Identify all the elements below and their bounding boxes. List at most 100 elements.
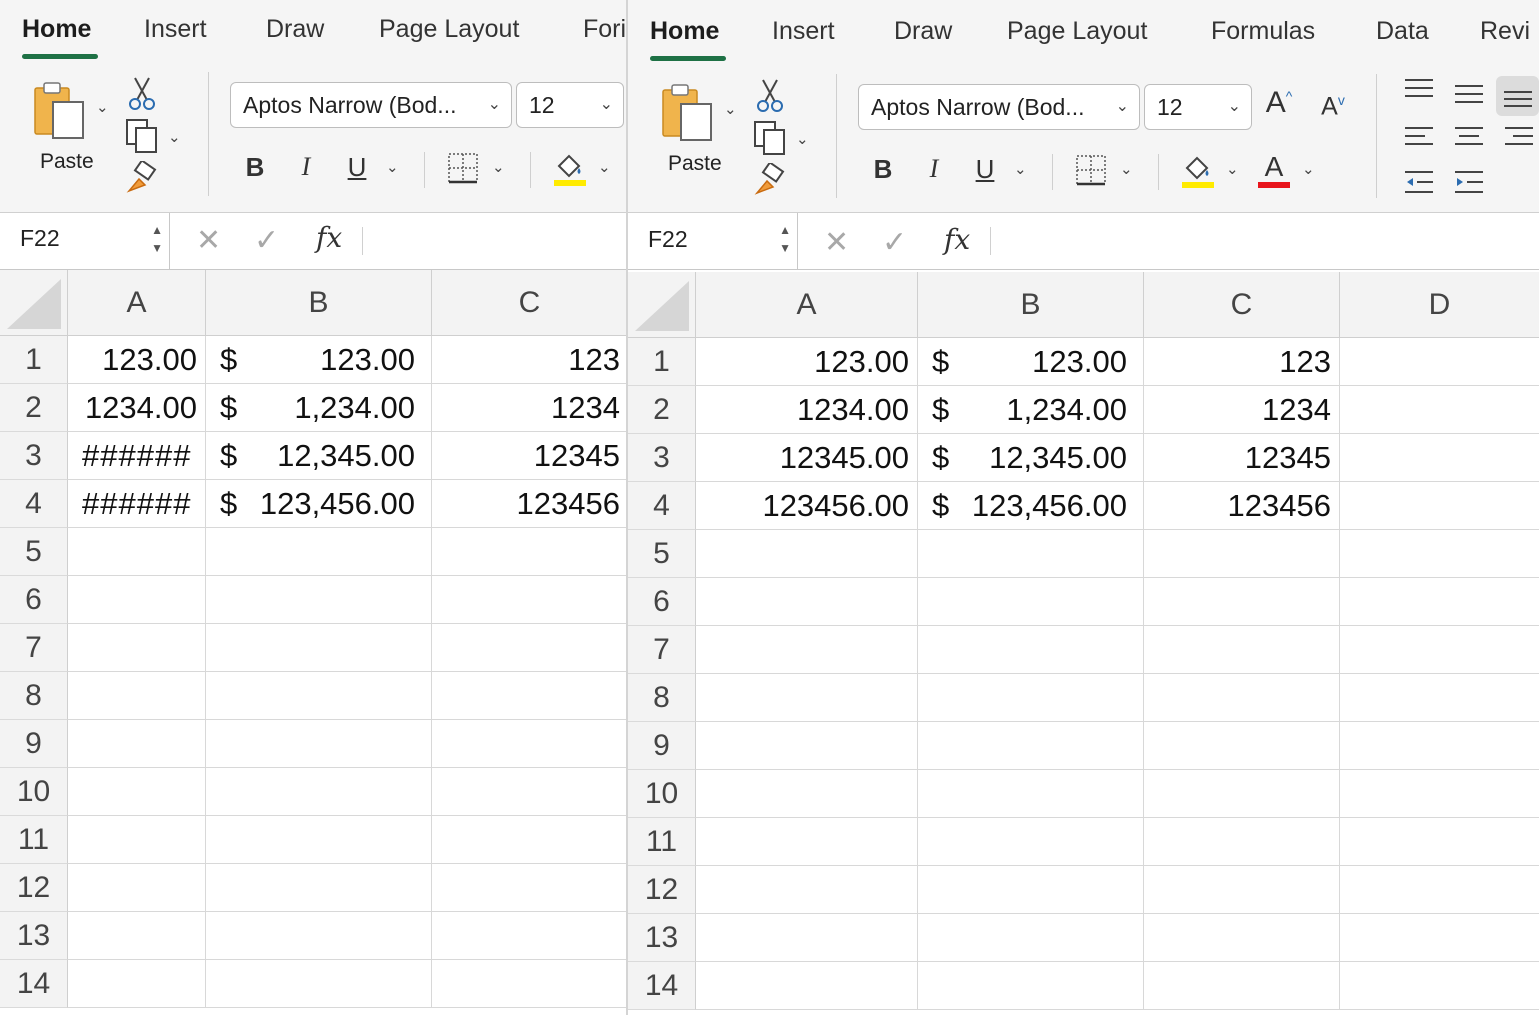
row-header-14[interactable]: 14 (0, 960, 68, 1008)
fill-color-dropdown-caret[interactable]: ⌄ (1226, 160, 1239, 178)
cell-d1[interactable] (1340, 338, 1539, 386)
borders-button[interactable] (446, 150, 480, 186)
select-all-button[interactable] (628, 272, 696, 338)
cell-b3[interactable]: $12,345.00 (206, 432, 432, 480)
column-header-a[interactable]: A (68, 270, 206, 336)
cell-b14[interactable] (918, 962, 1144, 1010)
cell-a14[interactable] (696, 962, 918, 1010)
cell-c14[interactable] (432, 960, 628, 1008)
row-header-8[interactable]: 8 (0, 672, 68, 720)
cell-c12[interactable] (1144, 866, 1340, 914)
cell-d4[interactable] (1340, 482, 1539, 530)
cell-c4[interactable]: 123456 (432, 480, 628, 528)
cell-b1[interactable]: $123.00 (918, 338, 1144, 386)
cell-a13[interactable] (68, 912, 206, 960)
cell-d11[interactable] (1340, 818, 1539, 866)
column-header-a[interactable]: A (696, 272, 918, 338)
font-color-dropdown-caret[interactable]: ⌄ (1302, 160, 1315, 178)
row-header-10[interactable]: 10 (628, 770, 696, 818)
font-name-select[interactable]: Aptos Narrow (Bod... ⌄ (230, 82, 512, 128)
borders-dropdown-caret[interactable]: ⌄ (1120, 160, 1133, 178)
row-header-14[interactable]: 14 (628, 962, 696, 1010)
row-header-12[interactable]: 12 (628, 866, 696, 914)
cell-b5[interactable] (918, 530, 1144, 578)
fill-color-button[interactable] (552, 150, 588, 188)
bold-button[interactable]: B (240, 152, 270, 183)
checkmark-icon[interactable]: ✓ (882, 225, 907, 260)
cell-b9[interactable] (918, 722, 1144, 770)
borders-button[interactable] (1074, 152, 1108, 188)
cell-a8[interactable] (68, 672, 206, 720)
bold-button[interactable]: B (868, 154, 898, 185)
cell-d10[interactable] (1340, 770, 1539, 818)
cell-c8[interactable] (432, 672, 628, 720)
cell-a7[interactable] (696, 626, 918, 674)
cell-c6[interactable] (1144, 578, 1340, 626)
cell-b9[interactable] (206, 720, 432, 768)
tab-formulas-truncated[interactable]: Fori (583, 15, 626, 44)
cell-c1[interactable]: 123 (432, 336, 628, 384)
decrease-font-size-button[interactable]: Av (1318, 92, 1348, 121)
cell-b8[interactable] (918, 674, 1144, 722)
cell-a5[interactable] (696, 530, 918, 578)
cell-a9[interactable] (68, 720, 206, 768)
tab-review-truncated[interactable]: Revi (1480, 17, 1530, 46)
cell-c14[interactable] (1144, 962, 1340, 1010)
cut-button[interactable] (126, 76, 158, 112)
cell-a14[interactable] (68, 960, 206, 1008)
cell-d3[interactable] (1340, 434, 1539, 482)
cell-c11[interactable] (432, 816, 628, 864)
cell-a11[interactable] (696, 818, 918, 866)
cell-c3[interactable]: 12345 (1144, 434, 1340, 482)
font-color-button[interactable]: A (1256, 150, 1292, 190)
cell-c5[interactable] (432, 528, 628, 576)
cell-b4[interactable]: $123,456.00 (918, 482, 1144, 530)
cell-a1[interactable]: 123.00 (68, 336, 206, 384)
column-header-d[interactable]: D (1340, 272, 1539, 338)
font-name-select[interactable]: Aptos Narrow (Bod... ⌄ (858, 84, 1140, 130)
format-painter-button[interactable] (124, 160, 160, 196)
cell-c8[interactable] (1144, 674, 1340, 722)
cell-c7[interactable] (432, 624, 628, 672)
row-header-6[interactable]: 6 (0, 576, 68, 624)
underline-button[interactable]: U (342, 152, 372, 183)
insert-function-button[interactable]: fx (944, 223, 970, 256)
row-header-8[interactable]: 8 (628, 674, 696, 722)
tab-home[interactable]: Home (22, 15, 91, 44)
row-header-13[interactable]: 13 (628, 914, 696, 962)
align-bottom-button[interactable] (1496, 76, 1539, 116)
cell-d2[interactable] (1340, 386, 1539, 434)
cell-d12[interactable] (1340, 866, 1539, 914)
tab-home[interactable]: Home (650, 17, 719, 46)
cell-b7[interactable] (206, 624, 432, 672)
cell-b12[interactable] (918, 866, 1144, 914)
cell-b5[interactable] (206, 528, 432, 576)
underline-dropdown-caret[interactable]: ⌄ (1014, 160, 1027, 178)
cell-d9[interactable] (1340, 722, 1539, 770)
cell-c9[interactable] (1144, 722, 1340, 770)
cell-c10[interactable] (1144, 770, 1340, 818)
name-box-spinner[interactable]: ▲ ▼ (779, 221, 791, 257)
increase-font-size-button[interactable]: A^ (1264, 86, 1294, 120)
copy-dropdown-caret[interactable]: ⌄ (168, 128, 181, 146)
cell-d8[interactable] (1340, 674, 1539, 722)
cell-b2[interactable]: $1,234.00 (918, 386, 1144, 434)
cell-c2[interactable]: 1234 (432, 384, 628, 432)
column-header-c[interactable]: C (432, 270, 628, 336)
cell-b3[interactable]: $12,345.00 (918, 434, 1144, 482)
column-header-b[interactable]: B (206, 270, 432, 336)
cell-a8[interactable] (696, 674, 918, 722)
copy-dropdown-caret[interactable]: ⌄ (796, 130, 809, 148)
cell-c13[interactable] (432, 912, 628, 960)
cell-a2[interactable]: 1234.00 (68, 384, 206, 432)
row-header-2[interactable]: 2 (0, 384, 68, 432)
row-header-3[interactable]: 3 (0, 432, 68, 480)
tab-draw[interactable]: Draw (894, 17, 952, 46)
copy-button[interactable] (752, 120, 788, 156)
cell-c2[interactable]: 1234 (1144, 386, 1340, 434)
cell-b2[interactable]: $1,234.00 (206, 384, 432, 432)
tab-insert[interactable]: Insert (144, 15, 207, 44)
cell-a3[interactable]: ###### (68, 432, 206, 480)
align-middle-button[interactable] (1454, 80, 1484, 108)
cell-a3[interactable]: 12345.00 (696, 434, 918, 482)
